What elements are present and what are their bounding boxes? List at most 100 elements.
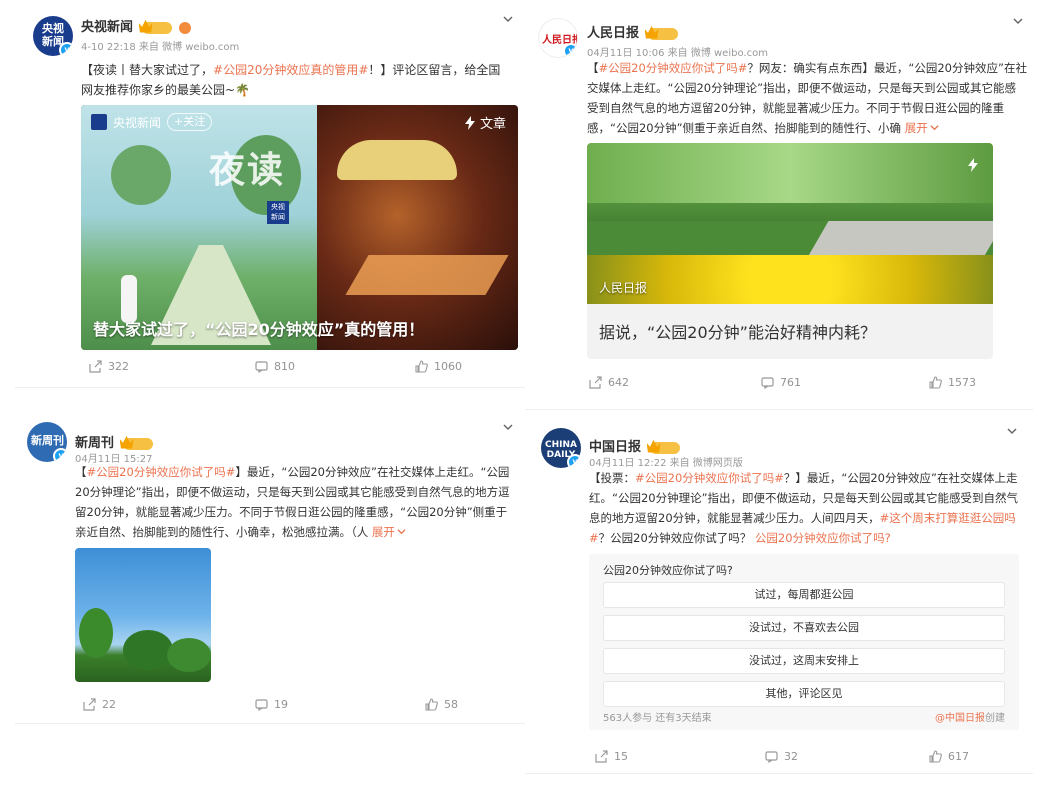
more-options-chevron-icon[interactable]	[503, 422, 513, 432]
post-text: 【投票：#公园20分钟效应你试了吗#？】最近，“公园20分钟效应”在社交媒体上走…	[589, 468, 1025, 548]
media-type-text: 文章	[479, 117, 506, 132]
lamp-shade-shape	[337, 140, 457, 180]
vip-crown-icon	[122, 437, 153, 450]
like-count: 617	[948, 750, 969, 763]
follow-button[interactable]: +关注	[167, 113, 213, 131]
more-options-chevron-icon[interactable]	[1013, 16, 1023, 26]
poll-link[interactable]: 公园20分钟效应你试了吗?	[755, 531, 891, 545]
cctv-logo-mark: 央视 新闻	[267, 201, 289, 224]
verified-icon: v	[563, 43, 577, 57]
thumbs-up-icon	[415, 360, 428, 373]
username[interactable]: 人民日报	[587, 22, 678, 41]
avatar[interactable]: 新周刊 v	[27, 422, 67, 462]
badge-icon	[179, 21, 192, 34]
divider	[525, 409, 1033, 410]
repost-button[interactable]: 322	[89, 360, 129, 373]
comment-button[interactable]: 810	[255, 360, 295, 373]
repost-button[interactable]: 642	[589, 376, 629, 389]
brand-logo-icon	[91, 114, 107, 130]
avatar[interactable]: 人民日报 v	[538, 18, 578, 58]
like-button[interactable]: 58	[425, 698, 458, 711]
comment-count: 19	[274, 698, 288, 711]
media-brand-bar: 央视新闻 +关注	[91, 113, 213, 131]
post-text-a: 【夜读丨替大家试过了，	[81, 63, 214, 77]
media-brand: 央视新闻	[113, 115, 162, 130]
avatar[interactable]: 央视 新闻 v	[33, 16, 73, 56]
like-button[interactable]: 1573	[929, 376, 976, 389]
post-meta: 4-10 22:18 来自 微博 weibo.com	[81, 38, 239, 53]
link-card[interactable]: 人民日报 据说，“公园20分钟”能治好精神内耗？	[587, 143, 993, 359]
poll-option[interactable]: 没试过，这周末安排上	[603, 648, 1005, 674]
text-prefix: 【	[587, 61, 599, 75]
chevron-down-icon	[930, 125, 939, 131]
verified-icon: v	[53, 448, 67, 462]
more-options-chevron-icon[interactable]	[503, 14, 513, 24]
hashtag-link[interactable]: #公园20分钟效应你试了吗#	[599, 61, 748, 75]
book-shape	[345, 255, 509, 295]
comment-icon	[255, 699, 268, 711]
username[interactable]: 新周刊	[75, 432, 153, 451]
article-media[interactable]: 夜读 央视 新闻 央视新闻 +关注 文章 替大家试过了，“公园20分钟效应”真的管…	[81, 105, 518, 350]
username-text[interactable]: 新周刊	[75, 436, 114, 451]
username-text[interactable]: 中国日报	[589, 440, 641, 455]
vip-crown-icon	[141, 21, 172, 34]
post-time[interactable]: 4-10 22:18	[81, 42, 136, 53]
comment-icon	[765, 751, 778, 763]
like-count: 1060	[434, 360, 462, 373]
avatar-logo: 新周刊	[31, 434, 64, 447]
post-card: CHINA DAILY v 中国日报 04月11日 12:22 来自 微博网页版 …	[525, 412, 1033, 774]
media-caption: 替大家试过了，“公园20分钟效应”真的管用！	[93, 320, 425, 339]
lightning-icon	[464, 115, 475, 130]
repost-icon	[589, 376, 602, 389]
expand-link[interactable]: 展开	[905, 121, 939, 135]
username-text[interactable]: 人民日报	[587, 26, 639, 41]
username-text[interactable]: 央视新闻	[81, 20, 133, 35]
poll-creator-link[interactable]: @中国日报	[935, 713, 985, 724]
expand-text[interactable]: 展开	[905, 121, 928, 135]
repost-count: 642	[608, 376, 629, 389]
thumbs-up-icon	[929, 750, 942, 763]
tree-shape	[123, 630, 173, 670]
trees-shape	[587, 143, 993, 203]
username[interactable]: 中国日报	[589, 436, 680, 455]
repost-count: 322	[108, 360, 129, 373]
media-type-label: 文章	[464, 113, 506, 132]
night-read-title: 夜读	[209, 150, 286, 191]
expand-link[interactable]: 展开	[372, 525, 406, 539]
post-meta: 04月11日 10:06 来自 微博 weibo.com	[587, 44, 768, 59]
post-image[interactable]	[75, 548, 211, 682]
post-source[interactable]: 微博 weibo.com	[162, 42, 239, 53]
tree-shape	[79, 608, 113, 658]
username[interactable]: 央视新闻	[81, 16, 192, 35]
link-card-title[interactable]: 据说，“公园20分钟”能治好精神内耗？	[599, 319, 876, 343]
text-prefix: 【投票：	[589, 471, 635, 485]
tree-shape	[111, 145, 171, 205]
like-button[interactable]: 617	[929, 750, 969, 763]
poll-question: 公园20分钟效应你试了吗?	[603, 564, 733, 577]
like-button[interactable]: 1060	[415, 360, 462, 373]
poll-stats: 563人参与 还有3天结束	[603, 713, 712, 724]
comment-icon	[761, 377, 774, 389]
hashtag-link[interactable]: #公园20分钟效应真的管用#	[213, 63, 368, 77]
comment-button[interactable]: 761	[761, 376, 801, 389]
poll-option[interactable]: 其他，评论区见	[603, 681, 1005, 707]
media-label: 人民日报	[599, 281, 648, 295]
repost-count: 15	[614, 750, 628, 763]
avatar[interactable]: CHINA DAILY v	[541, 428, 581, 468]
post-text: 【夜读丨替大家试过了，#公园20分钟效应真的管用#！】评论区留言，给全国网友推荐…	[81, 60, 511, 100]
divider	[525, 773, 1033, 774]
repost-button[interactable]: 15	[595, 750, 628, 763]
poll-option[interactable]: 没试过，不喜欢去公园	[603, 615, 1005, 641]
repost-button[interactable]: 22	[83, 698, 116, 711]
hashtag-link[interactable]: #公园20分钟效应你试了吗#	[87, 465, 236, 479]
tree-shape	[167, 638, 211, 672]
comment-button[interactable]: 19	[255, 698, 288, 711]
comment-count: 32	[784, 750, 798, 763]
poll-option[interactable]: 试过，每周都逛公园	[603, 582, 1005, 608]
comment-button[interactable]: 32	[765, 750, 798, 763]
more-options-chevron-icon[interactable]	[1007, 426, 1017, 436]
divider	[15, 387, 525, 388]
poll-creator: @中国日报创建	[935, 709, 1005, 724]
expand-text[interactable]: 展开	[372, 525, 395, 539]
hashtag-link[interactable]: #公园20分钟效应你试了吗#	[635, 471, 784, 485]
